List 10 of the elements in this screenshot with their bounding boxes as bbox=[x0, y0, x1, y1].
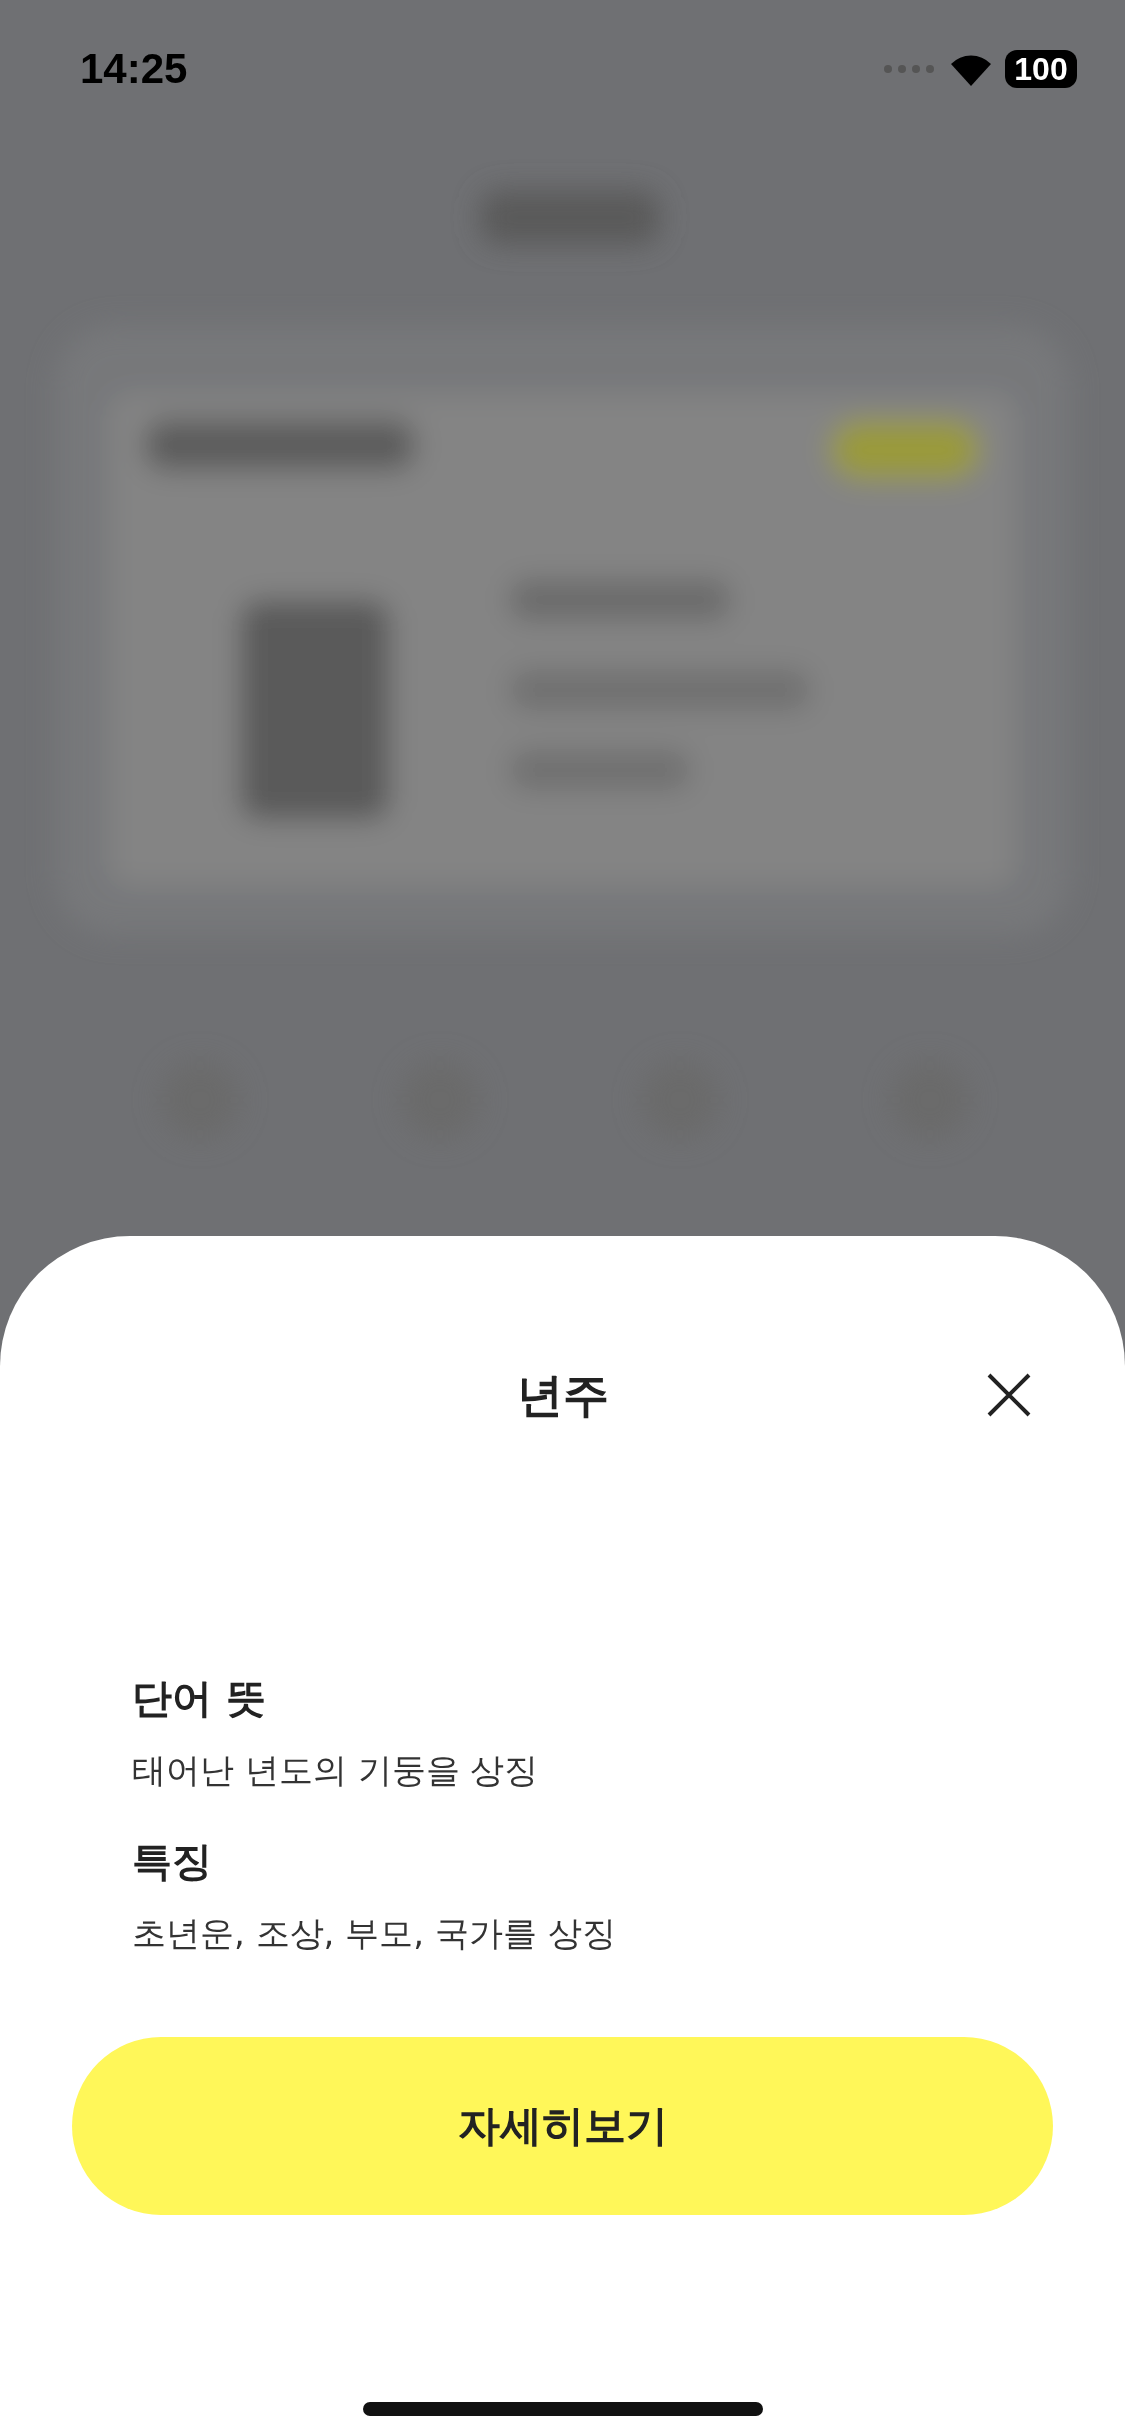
section-text: 초년운, 조상, 부모, 국가를 상징 bbox=[132, 1912, 617, 1955]
status-time: 14:25 bbox=[80, 45, 188, 93]
battery-icon: 100 bbox=[1005, 50, 1077, 88]
details-button[interactable]: 자세히보기 bbox=[72, 2037, 1053, 2215]
section-heading: 특징 bbox=[132, 1837, 213, 1886]
section-heading: 단어 뜻 bbox=[132, 1674, 267, 1723]
section-text: 태어난 년도의 기둥을 상징 bbox=[132, 1749, 540, 1792]
signal-icon bbox=[883, 64, 937, 74]
sheet-title: 년주 bbox=[516, 1367, 609, 1424]
close-icon[interactable] bbox=[985, 1371, 1033, 1419]
